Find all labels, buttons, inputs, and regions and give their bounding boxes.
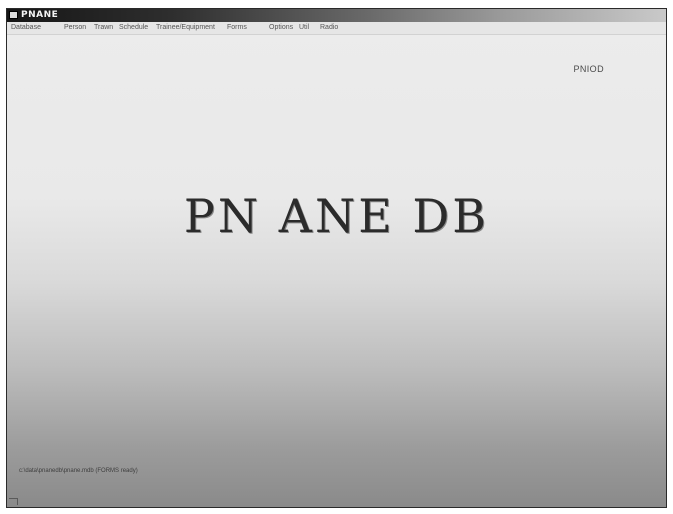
- menu-trainee-equipment[interactable]: Trainee/Equipment: [156, 23, 215, 33]
- title-bar[interactable]: PNANE: [7, 9, 666, 22]
- user-label: PNIOD: [573, 64, 604, 74]
- menu-database[interactable]: Database: [11, 23, 41, 33]
- menu-forms[interactable]: Forms: [227, 23, 247, 33]
- status-text: c:\data\pnanedb\pnane.mdb (FORMS ready): [19, 468, 138, 474]
- menu-radio[interactable]: Radio: [320, 23, 338, 33]
- menu-schedule[interactable]: Schedule: [119, 23, 148, 33]
- menu-bar: Database Person Trawn Schedule Trainee/E…: [7, 22, 666, 35]
- window-title: PNANE: [21, 10, 59, 20]
- menu-person[interactable]: Person: [64, 23, 86, 33]
- app-logo-title: PN ANE DB: [183, 189, 490, 243]
- menu-util[interactable]: Util: [299, 23, 309, 33]
- app-icon[interactable]: [9, 11, 18, 19]
- resize-grip-icon[interactable]: [9, 498, 18, 505]
- application-window: PNANE Database Person Trawn Schedule Tra…: [6, 8, 667, 508]
- menu-trawn[interactable]: Trawn: [94, 23, 113, 33]
- menu-options[interactable]: Options: [269, 23, 293, 33]
